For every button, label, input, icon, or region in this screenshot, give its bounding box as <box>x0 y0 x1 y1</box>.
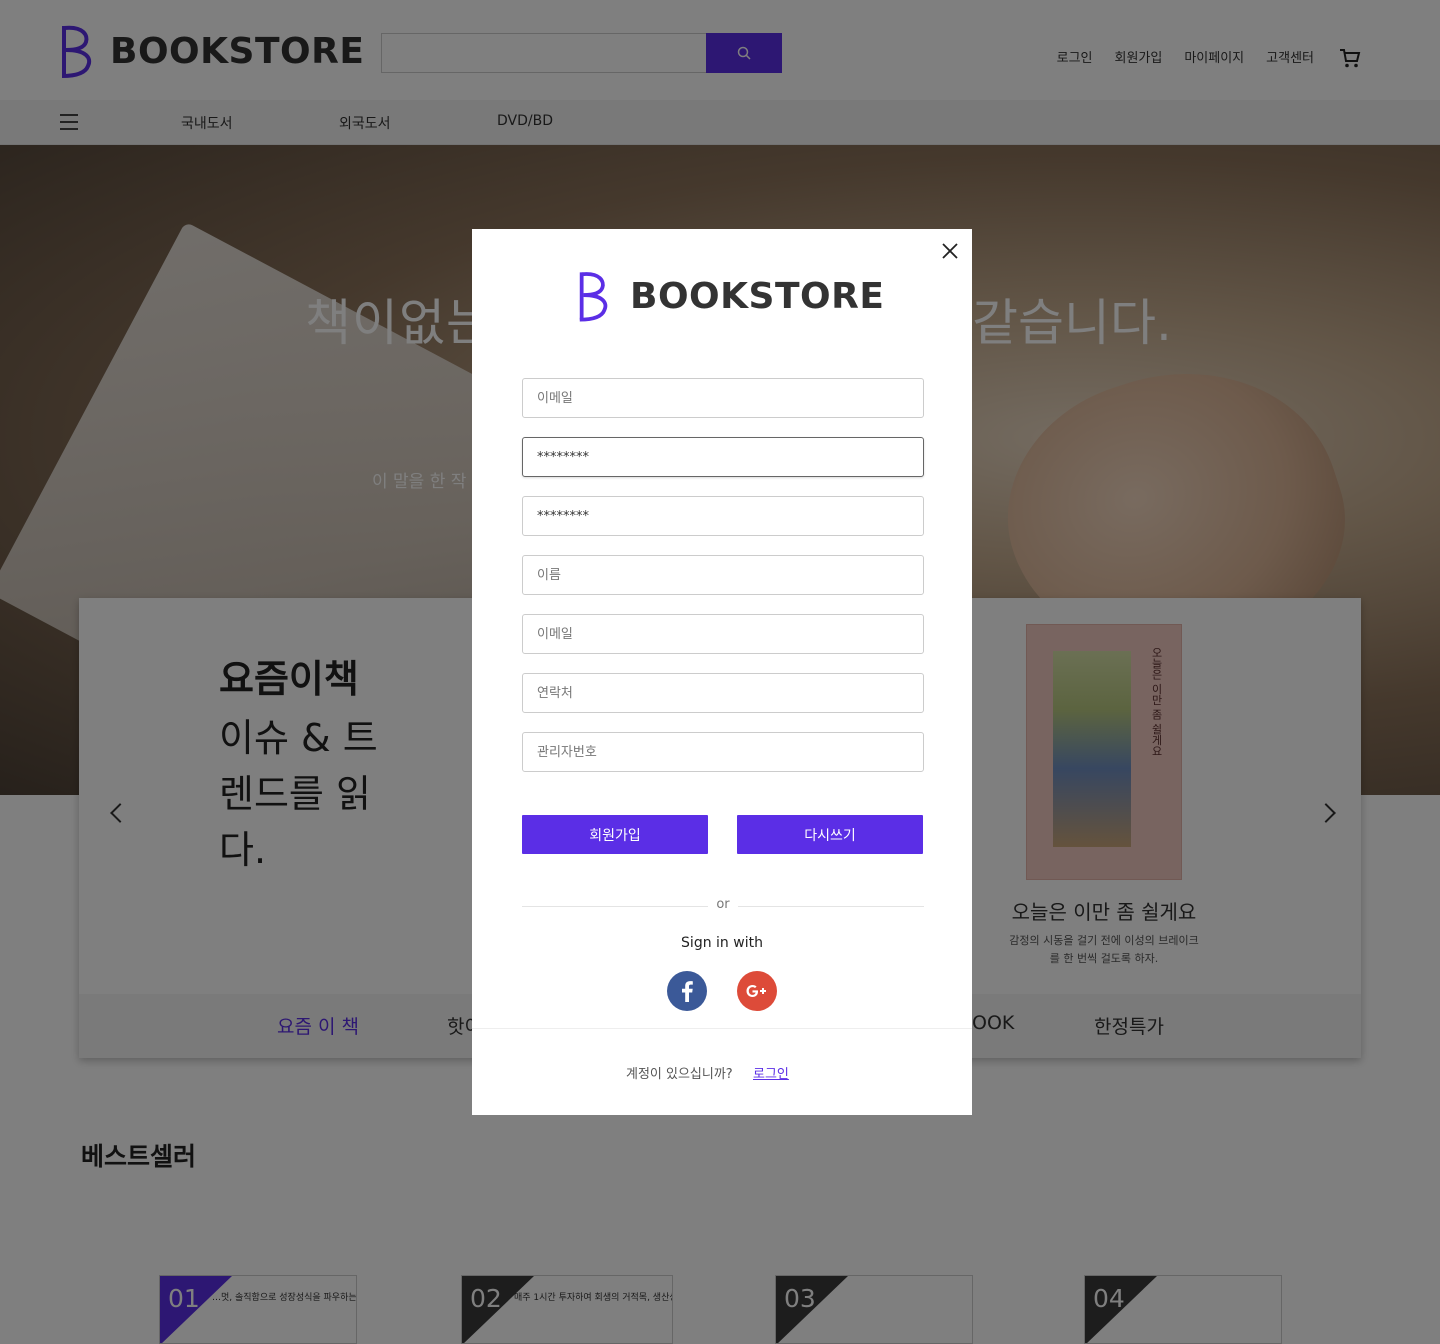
admin-number-field[interactable] <box>522 732 924 772</box>
modal-footer-divider <box>472 1028 972 1029</box>
modal-logo: BOOKSTORE <box>576 267 884 325</box>
account-question: 계정이 있으십니까? <box>626 1067 733 1082</box>
or-text: or <box>708 897 738 912</box>
login-link[interactable]: 로그인 <box>753 1063 789 1082</box>
name-field[interactable] <box>522 555 924 595</box>
modal-logo-text: BOOKSTORE <box>630 275 885 317</box>
google-login-button[interactable] <box>737 971 777 1011</box>
phone-field[interactable] <box>522 673 924 713</box>
email-field-2[interactable] <box>522 614 924 654</box>
google-plus-icon <box>746 985 766 997</box>
email-field[interactable] <box>522 378 924 418</box>
signup-modal: BOOKSTORE 회원가입 다시쓰기 or Sign in with 계정이 … <box>472 229 972 1115</box>
logo-b-icon <box>579 272 608 322</box>
signup-button[interactable]: 회원가입 <box>522 815 708 854</box>
close-icon[interactable] <box>938 239 962 263</box>
facebook-icon <box>682 981 693 1002</box>
password-confirm-field[interactable] <box>522 496 924 536</box>
reset-button[interactable]: 다시쓰기 <box>737 815 923 854</box>
facebook-login-button[interactable] <box>667 971 707 1011</box>
password-field[interactable] <box>522 437 924 477</box>
sign-in-with-label: Sign in with <box>681 935 763 951</box>
